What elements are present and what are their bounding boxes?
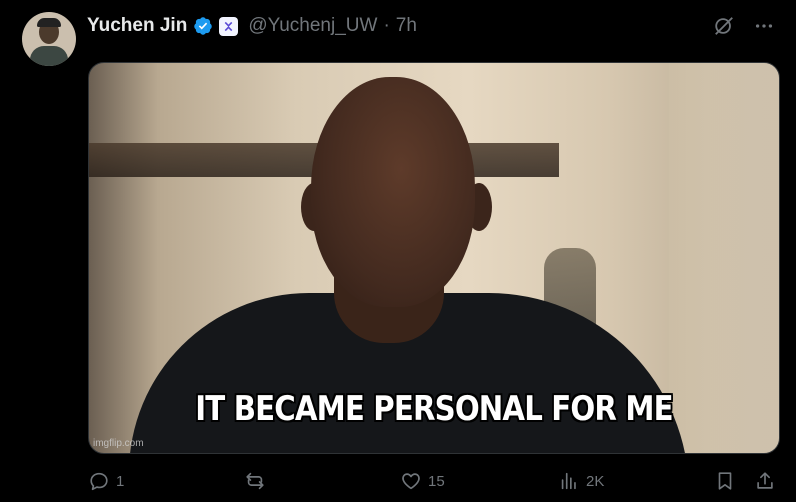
repost-button[interactable] [244,470,272,492]
reply-count: 1 [116,472,125,490]
author-handle[interactable]: @Yuchenj_UW [248,15,377,37]
like-count: 15 [428,472,445,490]
views-count: 2K [586,472,605,490]
reply-button[interactable]: 1 [88,470,124,492]
avatar-shirt [30,46,68,66]
share-button[interactable] [754,470,776,492]
like-button[interactable]: 15 [400,470,445,492]
tweet-media-image[interactable]: IT BECAME PERSONAL FOR ME imgflip.com [88,62,780,454]
verified-badge-icon[interactable] [193,16,213,36]
repost-icon [246,472,264,490]
like-icon [402,473,420,490]
tweet-action-bar: 1 15 2K [88,470,778,494]
tweet-top-actions [712,14,776,38]
tweet-time[interactable]: 7h [396,15,417,37]
meme-caption: IT BECAME PERSONAL FOR ME [195,389,673,429]
views-icon [561,472,576,490]
share-icon [757,472,773,489]
grok-icon[interactable] [712,14,736,38]
meme-watermark: imgflip.com [93,438,144,449]
affiliate-badge-icon[interactable] [219,16,239,36]
more-icon[interactable] [752,14,776,38]
bookmark-icon [718,472,732,490]
avatar[interactable] [22,12,76,66]
author-name[interactable]: Yuchen Jin [87,15,187,37]
avatar-hat [37,18,61,27]
person-face [311,77,475,307]
bookmark-button[interactable] [714,470,736,492]
header-separator: · [383,15,390,36]
reply-icon [90,472,108,491]
views-button[interactable]: 2K [558,470,604,492]
tweet-header: Yuchen Jin @Yuchenj_UW · 7h [87,14,417,38]
